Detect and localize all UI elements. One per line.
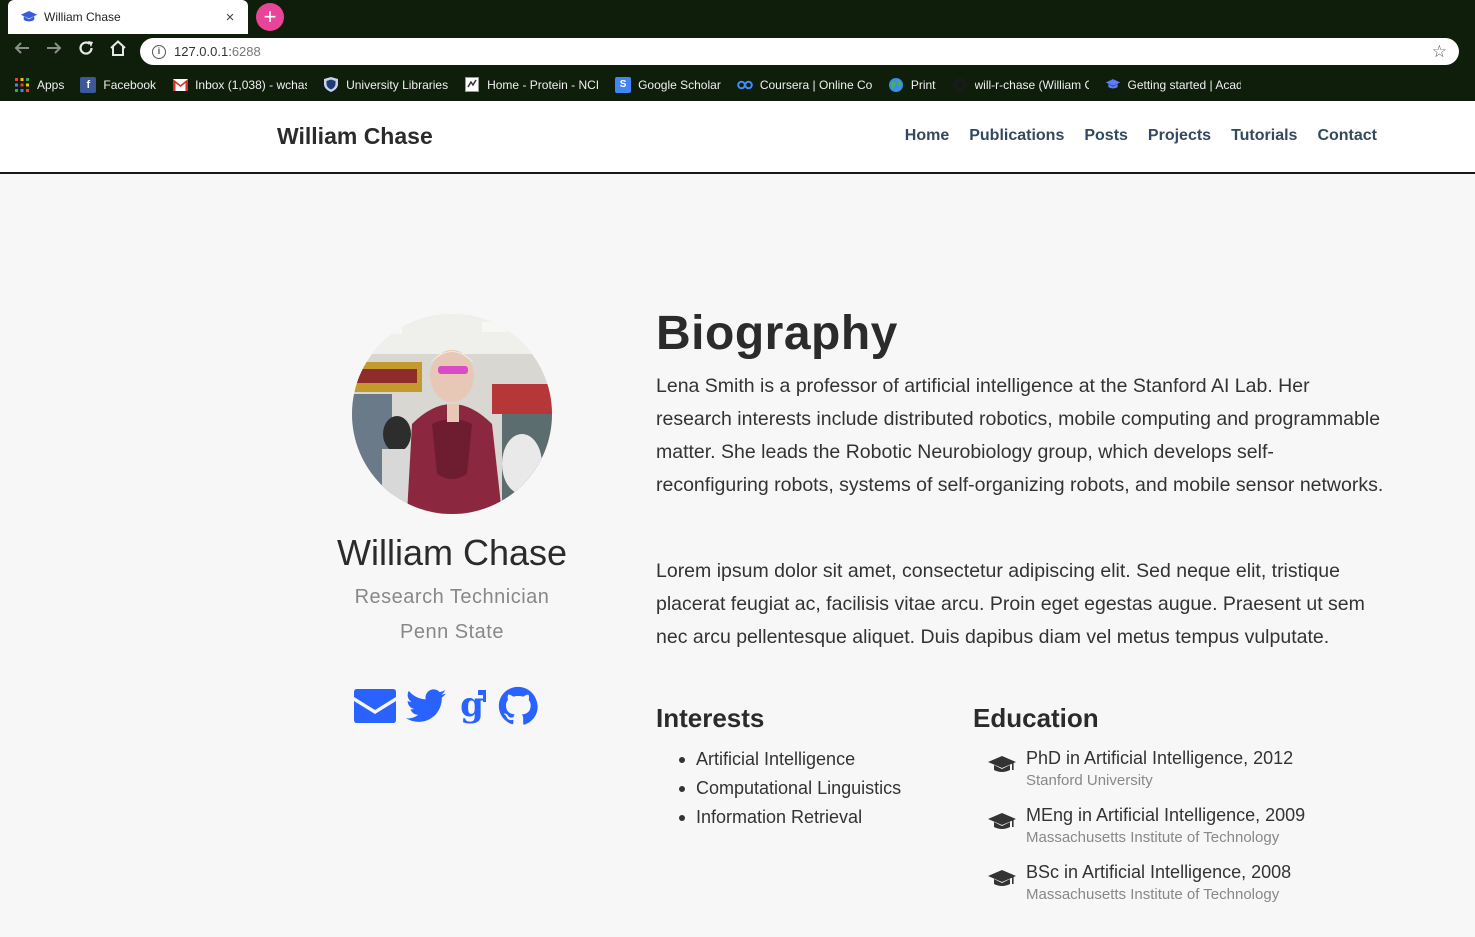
scholar-icon: S (615, 76, 632, 93)
url-text[interactable]: 127.0.0.1:6288 (174, 44, 1432, 59)
facebook-icon: f (80, 76, 97, 93)
interests-heading: Interests (656, 703, 765, 733)
bookmarks-bar: Apps f Facebook Inbox (1,038) - wchas Un… (0, 68, 1475, 101)
graduation-cap-icon (988, 813, 1016, 829)
bookmark-coursera[interactable]: Coursera | Online Cou (737, 77, 872, 93)
education-item: PhD in Artificial Intelligence, 2012 Sta… (988, 745, 1305, 802)
github-icon (498, 686, 538, 725)
browser-toolbar: i 127.0.0.1:6288 ☆ (0, 34, 1475, 68)
avatar (352, 314, 552, 514)
graduation-cap-icon (988, 756, 1016, 772)
bookmark-github[interactable]: will-r-chase (William C (952, 77, 1089, 93)
list-item: Artificial Intelligence (678, 745, 901, 774)
education-school: Stanford University (1026, 772, 1153, 789)
list-item: Information Retrieval (678, 803, 901, 832)
interests-list: Artificial Intelligence Computational Li… (678, 745, 901, 832)
bookmark-protein-nci[interactable]: Home - Protein - NCI (464, 77, 599, 93)
github-icon (952, 77, 968, 93)
email-link[interactable] (354, 689, 396, 728)
reload-icon[interactable] (74, 39, 98, 63)
browser-tab-strip: William Chase × + (0, 0, 1475, 34)
nav-link-tutorials[interactable]: Tutorials (1231, 127, 1297, 145)
bookmark-print[interactable]: Print (888, 77, 936, 93)
bookmark-apps[interactable]: Apps (14, 77, 64, 93)
education-degree: PhD in Artificial Intelligence, 2012 (1026, 748, 1294, 768)
bookmark-google-scholar[interactable]: S Google Scholar (615, 76, 721, 93)
nav-link-projects[interactable]: Projects (1148, 127, 1211, 145)
biography-paragraph: Lena Smith is a professor of artificial … (656, 375, 1384, 496)
education-item: BSc in Artificial Intelligence, 2008 Mas… (988, 859, 1305, 916)
address-bar[interactable]: i 127.0.0.1:6288 ☆ (140, 38, 1459, 65)
education-degree: MEng in Artificial Intelligence, 2009 (1026, 805, 1306, 825)
biography-paragraph: Lorem ipsum dolor sit amet, consectetur … (656, 560, 1365, 648)
bookmark-getting-started[interactable]: Getting started | Acad (1105, 77, 1241, 93)
list-item: Computational Linguistics (678, 774, 901, 803)
avatar-photo (352, 314, 552, 514)
education-list: PhD in Artificial Intelligence, 2012 Sta… (988, 745, 1305, 916)
tab-close-icon[interactable]: × (222, 9, 238, 26)
bookmark-inbox[interactable]: Inbox (1,038) - wchas (172, 77, 307, 93)
site-nav-links: Home Publications Posts Projects Tutoria… (885, 127, 1377, 145)
biography-heading: Biography (656, 307, 898, 360)
apps-grid-icon (14, 77, 30, 93)
social-links: g (354, 685, 548, 731)
bookmark-star-icon[interactable]: ☆ (1432, 42, 1447, 62)
profile-name: William Chase (336, 532, 568, 573)
site-brand[interactable]: William Chase (277, 123, 433, 150)
back-arrow-icon[interactable] (10, 39, 34, 63)
graduation-cap-icon (988, 870, 1016, 886)
education-item: MEng in Artificial Intelligence, 2009 Ma… (988, 802, 1305, 859)
globe-icon (888, 77, 904, 93)
google-scholar-link[interactable]: g (456, 685, 488, 729)
profile-organization: Penn State (400, 621, 504, 643)
github-link[interactable] (498, 686, 538, 731)
graduation-cap-icon (20, 11, 38, 22)
education-degree: BSc in Artificial Intelligence, 2008 (1026, 862, 1292, 882)
nav-link-contact[interactable]: Contact (1317, 127, 1377, 145)
graduation-cap-icon (1105, 77, 1121, 93)
gmail-icon (172, 77, 188, 93)
profile-role: Research Technician (354, 586, 550, 608)
nav-link-posts[interactable]: Posts (1084, 127, 1128, 145)
education-school: Massachusetts Institute of Technology (1026, 886, 1280, 903)
coursera-icon (737, 77, 753, 93)
google-scholar-icon: g (460, 685, 486, 725)
education-school: Massachusetts Institute of Technology (1026, 829, 1280, 846)
bookmark-university-libraries[interactable]: University Libraries (323, 77, 448, 93)
shield-icon (323, 77, 339, 93)
envelope-icon (354, 689, 396, 723)
tab-title: William Chase (44, 10, 121, 24)
info-icon[interactable]: i (152, 44, 166, 59)
forward-arrow-icon[interactable] (42, 39, 66, 63)
browser-tab[interactable]: William Chase × (8, 0, 248, 34)
twitter-icon (406, 689, 446, 722)
home-icon[interactable] (106, 39, 130, 63)
nav-link-publications[interactable]: Publications (969, 127, 1064, 145)
site-navbar: William Chase Home Publications Posts Pr… (0, 101, 1475, 174)
new-tab-button[interactable]: + (256, 3, 284, 31)
education-heading: Education (973, 703, 1099, 733)
twitter-link[interactable] (406, 689, 446, 728)
page-icon (464, 77, 480, 93)
bookmark-facebook[interactable]: f Facebook (80, 76, 156, 93)
nav-link-home[interactable]: Home (905, 127, 949, 145)
